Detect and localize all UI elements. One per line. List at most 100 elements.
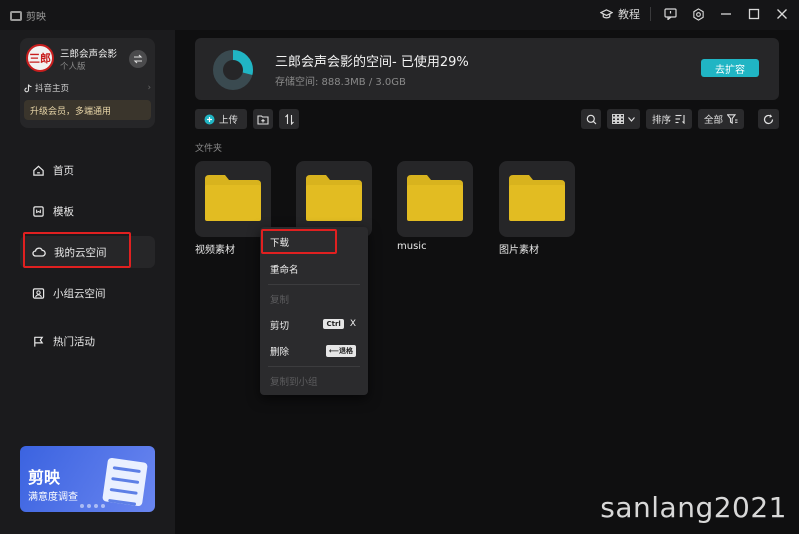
sidebar-item-label: 模板 (53, 205, 74, 218)
sort-label: 排序 (651, 115, 671, 126)
settings-button[interactable] (689, 5, 707, 23)
shortcut-hint: ⟵退格 (325, 345, 356, 357)
upgrade-button[interactable]: 升级会员，多端通用 (24, 100, 151, 120)
survey-banner[interactable]: 剪映 满意度调查 (20, 446, 155, 512)
annotation-highlight-my-cloud (23, 232, 131, 268)
menu-item-rename[interactable]: 重命名 (260, 258, 368, 280)
view-mode-dropdown[interactable] (607, 109, 640, 129)
watermark: sanlang2021 (600, 491, 787, 524)
avatar[interactable]: 三郎 (26, 44, 54, 72)
refresh-button[interactable] (758, 109, 779, 129)
menu-divider (268, 284, 360, 285)
avatar-text: 三郎 (29, 52, 51, 65)
sidebar-item-home[interactable]: 首页 (20, 154, 155, 186)
folder-card[interactable] (195, 161, 271, 237)
shortcut-key: Ctrl (323, 319, 344, 329)
flag-icon (34, 336, 44, 347)
expand-storage-button[interactable]: 去扩容 (701, 59, 759, 77)
folder-name[interactable]: 图片素材 (499, 241, 539, 256)
sidebar-item-label: 小组云空间 (53, 287, 106, 300)
plus-circle-icon (204, 114, 215, 124)
tutorial-button[interactable]: 教程 (600, 6, 640, 22)
switch-account-button[interactable] (129, 50, 147, 68)
storage-card: 三郎会声会影的空间- 已使用29% 存储空间: 888.3MB / 3.0GB … (195, 38, 779, 100)
user-plan: 个人版 (60, 62, 86, 72)
storage-title: 三郎会声会影的空间- 已使用29% (275, 55, 469, 70)
sidebar-item-events[interactable]: 热门活动 (20, 325, 155, 357)
minimize-button[interactable] (717, 5, 735, 23)
new-folder-icon (257, 114, 269, 125)
up-down-arrows-icon (284, 113, 294, 125)
banner-title: 剪映 (28, 468, 61, 487)
shortcut-key: X (349, 319, 356, 329)
menu-item-label: 复制到小组 (270, 377, 318, 388)
close-button[interactable] (773, 5, 791, 23)
folder-name[interactable]: 视频素材 (195, 241, 235, 256)
message-icon (663, 8, 677, 20)
gear-icon (692, 7, 704, 21)
refresh-icon (763, 113, 774, 124)
douyin-link-label: 抖音主页 (35, 84, 70, 94)
menu-item-cut[interactable]: 剪切 Ctrl X (260, 314, 368, 336)
expand-storage-label: 去扩容 (715, 64, 745, 76)
minimize-icon (721, 13, 731, 15)
template-icon (33, 205, 44, 217)
shortcut-hint: Ctrl X (323, 319, 356, 329)
shortcut-key: ⟵退格 (325, 345, 356, 357)
storage-usage-donut (213, 50, 253, 90)
swap-icon (133, 54, 143, 64)
grid-view-icon (612, 114, 624, 124)
banner-pagination (80, 504, 105, 508)
search-button[interactable] (581, 109, 601, 129)
banner-subtitle: 满意度调查 (28, 492, 78, 503)
close-icon (777, 9, 787, 19)
tutorial-label: 教程 (618, 8, 640, 21)
search-icon (586, 114, 596, 124)
survey-document-icon (102, 457, 148, 507)
menu-divider (268, 366, 360, 367)
sidebar-item-group-cloud[interactable]: 小组云空间 (20, 277, 155, 309)
upgrade-label: 升级会员，多端通用 (30, 107, 112, 117)
title-bar: 剪映 教程 (0, 0, 799, 30)
douyin-icon (24, 83, 32, 92)
upload-label: 上传 (218, 115, 238, 126)
chevron-down-icon (628, 116, 635, 122)
menu-item-label: 重命名 (270, 265, 299, 276)
chevron-right-icon: › (147, 83, 151, 93)
folder-name[interactable]: music (397, 241, 427, 252)
douyin-homepage-link[interactable]: 抖音主页 › (24, 82, 151, 94)
sidebar-item-label: 热门活动 (53, 335, 95, 348)
folder-card[interactable] (499, 161, 575, 237)
menu-item-delete[interactable]: 删除 ⟵退格 (260, 340, 368, 362)
upload-button[interactable]: 上传 (195, 109, 247, 129)
group-icon (32, 287, 45, 299)
menu-item-label: 剪切 (270, 321, 290, 332)
sidebar: 三郎 三郎会声会影 个人版 抖音主页 › 升级会员，多端通用 首页 模板 我的云… (0, 30, 175, 534)
app-name: 剪映 (26, 12, 46, 23)
menu-item-copy-to-group: 复制到小组 (260, 370, 368, 392)
filter-label: 全部 (703, 115, 723, 126)
folder-icon (306, 175, 362, 221)
jianying-logo-icon (10, 10, 22, 21)
filter-button[interactable]: 全部 (698, 109, 744, 129)
app-logo: 剪映 (10, 8, 46, 23)
new-folder-button[interactable] (253, 109, 273, 129)
menu-item-label: 复制 (270, 295, 290, 306)
sidebar-item-label: 首页 (53, 164, 74, 177)
sidebar-item-template[interactable]: 模板 (20, 195, 155, 227)
filter-icon (727, 114, 738, 124)
folder-icon (509, 175, 565, 221)
folder-card[interactable] (397, 161, 473, 237)
storage-usage-text: 存储空间: 888.3MB / 3.0GB (275, 77, 406, 88)
maximize-button[interactable] (745, 5, 763, 23)
titlebar-divider (650, 7, 651, 21)
annotation-highlight-download (261, 229, 337, 254)
folder-icon (205, 175, 261, 221)
user-name: 三郎会声会影 (60, 49, 118, 60)
folder-card[interactable] (296, 161, 372, 237)
feedback-button[interactable] (661, 5, 679, 23)
sort-icon (675, 114, 685, 124)
main-content: 三郎会声会影的空间- 已使用29% 存储空间: 888.3MB / 3.0GB … (175, 30, 799, 534)
transfer-button[interactable] (279, 109, 299, 129)
sort-button[interactable]: 排序 (646, 109, 692, 129)
